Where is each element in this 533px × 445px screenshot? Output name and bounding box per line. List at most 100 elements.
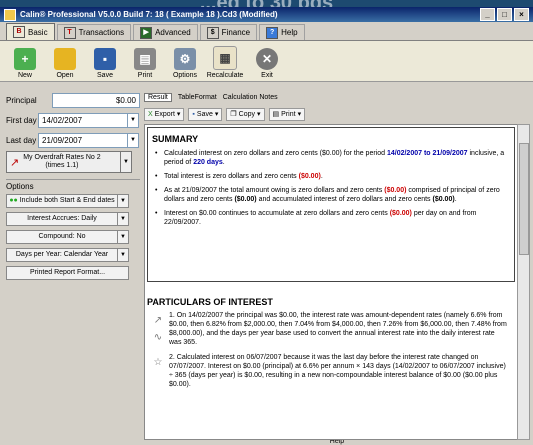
window-title: Calin® Professional V5.0.0 Build 7: 18 (… [20, 10, 278, 19]
interest-accrues-dropdown[interactable]: ▼ [118, 212, 129, 226]
window-controls: _ □ × [480, 8, 533, 21]
result-document: SUMMARY Calculated interest on zero doll… [144, 124, 520, 440]
last-day-input[interactable]: 21/09/2007 [38, 132, 128, 148]
maximize-button[interactable]: □ [497, 8, 512, 21]
input-panel: Principal $0.00 First day 14/02/2007 ▼ L… [6, 91, 140, 284]
print-result-button[interactable]: ▤ Print ▾ [268, 107, 306, 121]
particulars-item: ↗ ∿ 1. On 14/02/2007 the principal was $0… [147, 311, 515, 347]
copy-icon: ❐ [230, 110, 237, 118]
tab-table-format[interactable]: TableFormat [178, 94, 217, 101]
basic-icon: B [13, 26, 25, 38]
option-accrual: Interest Accrues: Daily ▼ [6, 212, 140, 226]
rate-change-icon: ↗ [153, 315, 163, 326]
principal-row: Principal $0.00 [6, 91, 140, 109]
interest-accrues-button[interactable]: Interest Accrues: Daily [6, 212, 118, 226]
include-dates-dropdown[interactable]: ▼ [118, 194, 129, 208]
particulars-heading: PARTICULARS OF INTEREST [147, 297, 273, 307]
principal-label: Principal [6, 95, 37, 105]
first-day-input[interactable]: 14/02/2007 [38, 112, 128, 128]
particulars-section: PARTICULARS OF INTEREST ↗ ∿ 1. On 14/02/2… [147, 297, 515, 395]
result-panel: Result TableFormat Calculation Notes X Ex… [144, 91, 530, 440]
save-button[interactable]: ▪ Save [88, 43, 122, 79]
result-tabs: Result TableFormat Calculation Notes [144, 91, 530, 104]
minimize-button[interactable]: _ [480, 8, 495, 21]
option-report-format: Printed Report Format... [6, 266, 140, 280]
tab-help[interactable]: ? Help [259, 24, 305, 40]
option-compound: Compound: No ▼ [6, 230, 140, 244]
first-day-label: First day [6, 115, 37, 125]
last-day-dropdown[interactable]: ▼ [128, 132, 139, 148]
last-day-label: Last day [6, 135, 37, 145]
transactions-icon: T [63, 26, 76, 39]
calculator-icon: ▦ [213, 46, 237, 70]
particulars-text: 2. Calculated interest on 06/07/2007 bec… [169, 354, 506, 388]
options-heading: Options [6, 182, 34, 191]
summary-bullet-owing: As at 21/09/2007 the total amount owing … [152, 186, 510, 204]
new-button[interactable]: + New [8, 43, 42, 79]
options-button[interactable]: ⚙ Options [168, 43, 202, 79]
tab-result[interactable]: Result [144, 93, 172, 102]
compound-dropdown[interactable]: ▼ [118, 230, 129, 244]
option-days-per-year: Days per Year: Calendar Year ▼ [6, 248, 140, 262]
graph-icon: ∿ [153, 332, 163, 343]
copy-button[interactable]: ❐ Copy ▾ [226, 107, 265, 121]
summary-box: SUMMARY Calculated interest on zero doll… [147, 127, 515, 282]
printed-report-format-button[interactable]: Printed Report Format... [6, 266, 129, 280]
result-toolbar: X Export ▾ ▪ Save ▾ ❐ Copy ▾ ▤ Print ▾ [144, 106, 530, 122]
interest-rates-selector: ↗ My Overdraft Rates No 2 (times 1.1) ▼ [6, 151, 140, 173]
folder-icon [54, 48, 76, 70]
recalculate-button[interactable]: ▦ Recalculate [207, 43, 243, 79]
finance-icon: $ [206, 26, 219, 39]
tab-calculation-notes[interactable]: Calculation Notes [223, 94, 278, 101]
days-per-year-button[interactable]: Days per Year: Calendar Year [6, 248, 118, 262]
save-icon: ▪ [192, 110, 195, 118]
option-include-dates: ●● Include both Start & End dates ▼ [6, 194, 140, 208]
help-tab-icon: ? [266, 26, 279, 39]
summary-bullet-accrual: Interest on $0.00 continues to accumulat… [152, 209, 510, 227]
exit-icon: ✕ [256, 48, 278, 70]
particulars-text: 1. On 14/02/2007 the principal was $0.00… [169, 312, 507, 346]
print-icon: ▤ [272, 110, 280, 118]
rate-graph-icon: ↗ [10, 156, 20, 169]
last-day-row: Last day 21/09/2007 ▼ [6, 131, 140, 149]
checkmark-icon: ●● [9, 197, 18, 204]
excel-icon: X [148, 110, 153, 118]
title-bar: Calin® Professional V5.0.0 Build 7: 18 (… [0, 7, 533, 22]
tab-transactions[interactable]: T Transactions [56, 24, 132, 40]
days-per-year-dropdown[interactable]: ▼ [118, 248, 129, 262]
compound-button[interactable]: Compound: No [6, 230, 118, 244]
close-button[interactable]: × [514, 8, 529, 21]
print-button[interactable]: ▤ Print [128, 43, 162, 79]
vertical-scrollbar[interactable] [517, 124, 530, 440]
first-day-dropdown[interactable]: ▼ [128, 112, 139, 128]
save-result-button[interactable]: ▪ Save ▾ [188, 107, 223, 121]
open-button[interactable]: Open [48, 43, 82, 79]
printer-icon: ▤ [134, 48, 156, 70]
summary-bullet-total: Total interest is zero dollars and zero … [152, 172, 510, 181]
interest-rates-dropdown[interactable]: ▼ [121, 151, 132, 173]
exit-button[interactable]: ✕ Exit [250, 43, 284, 79]
summary-bullet-period: Calculated interest on zero dollars and … [152, 149, 510, 167]
first-day-row: First day 14/02/2007 ▼ [6, 111, 140, 129]
principal-input[interactable]: $0.00 [52, 92, 140, 108]
floppy-disk-icon: ▪ [94, 48, 116, 70]
main-toolbar: + New Open ▪ Save ▤ Print ⚙ Options ▦ Recalcu… [0, 41, 533, 445]
tab-basic[interactable]: B Basic [6, 23, 55, 40]
summary-heading: SUMMARY [152, 134, 199, 144]
app-icon [4, 8, 16, 21]
gear-icon: ⚙ [174, 48, 196, 70]
ribbon-tabs: B Basic T Transactions ▶ Advanced $ Finance … [0, 22, 533, 41]
particulars-item: ☆ 2. Calculated interest on 06/07/2007 b… [147, 353, 515, 389]
new-icon: + [14, 48, 36, 70]
scrollbar-thumb[interactable] [519, 143, 529, 255]
include-dates-button[interactable]: ●● Include both Start & End dates [6, 194, 118, 208]
tab-finance[interactable]: $ Finance [199, 24, 258, 40]
advanced-icon: ▶ [140, 26, 153, 39]
tab-advanced[interactable]: ▶ Advanced [133, 24, 198, 40]
interest-rates-button[interactable]: ↗ My Overdraft Rates No 2 (times 1.1) [6, 151, 121, 173]
export-button[interactable]: X Export ▾ [144, 107, 185, 121]
star-icon: ☆ [153, 357, 163, 368]
options-panel: Options ●● Include both Start & End date… [6, 179, 140, 280]
rates-name: My Overdraft Rates No 2 [23, 154, 101, 161]
rates-multiplier: (times 1.1) [45, 162, 79, 169]
